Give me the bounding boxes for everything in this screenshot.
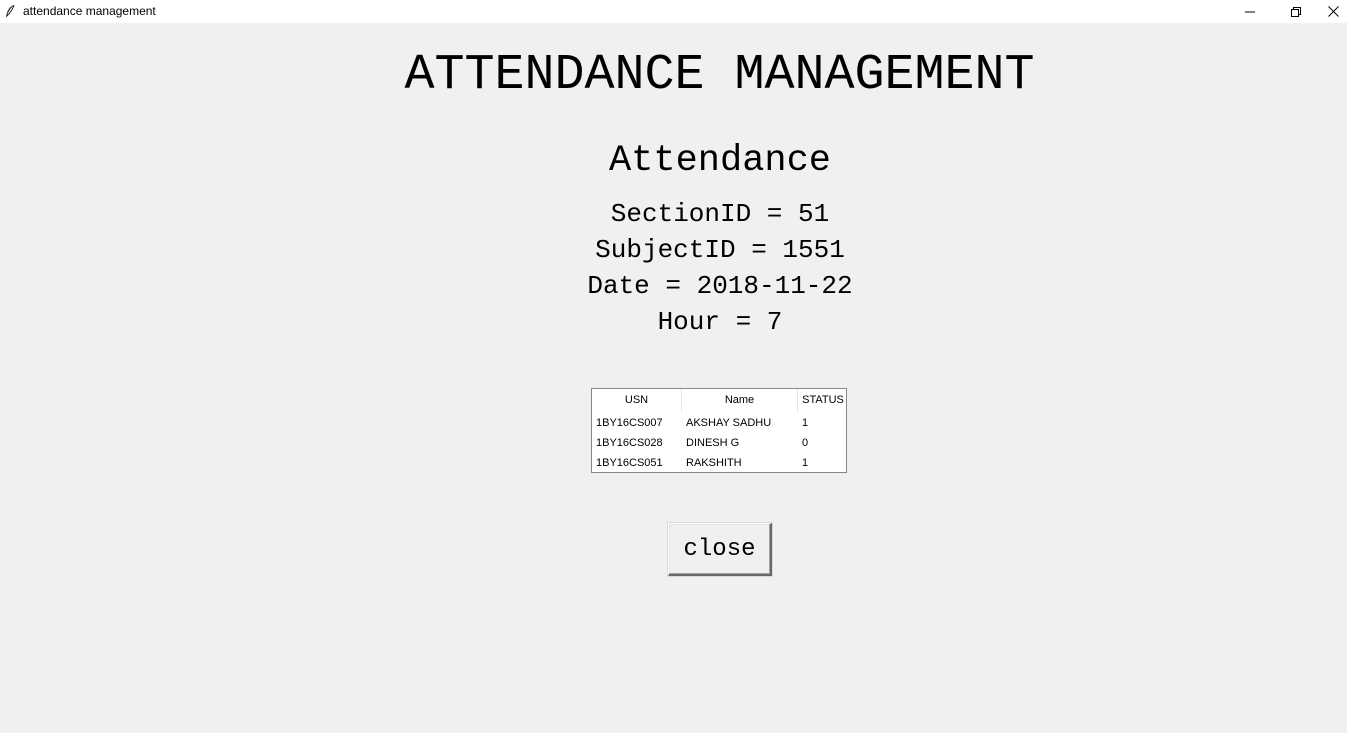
minimize-button[interactable] [1227, 0, 1273, 23]
cell-status: 0 [802, 437, 809, 449]
cell-status: 1 [802, 417, 809, 429]
cell-usn: 1BY16CS028 [596, 437, 663, 449]
column-header-usn[interactable]: USN [592, 389, 682, 412]
table-header: USN Name STATUS [592, 389, 846, 412]
restore-icon [1291, 6, 1301, 17]
column-header-name[interactable]: Name [682, 389, 798, 412]
table-row[interactable]: 1BY16CS028 DINESH G 0 [592, 433, 846, 453]
cell-name: RAKSHITH [686, 457, 742, 469]
table-row[interactable]: 1BY16CS051 RAKSHITH 1 [592, 453, 846, 472]
section-heading: Attendance [608, 140, 832, 182]
maximize-button[interactable] [1273, 0, 1319, 23]
cell-name: DINESH G [686, 437, 740, 449]
minimize-icon [1245, 7, 1255, 17]
cell-usn: 1BY16CS051 [596, 457, 663, 469]
title-bar: attendance management [0, 0, 1347, 23]
hour-label: Hour = 7 [657, 307, 783, 337]
cell-usn: 1BY16CS007 [596, 417, 663, 429]
subject-id-label: SubjectID = 1551 [595, 235, 845, 265]
table-row[interactable]: 1BY16CS007 AKSHAY SADHU 1 [592, 413, 846, 433]
window-title: attendance management [23, 4, 156, 18]
date-label: Date = 2018-11-22 [587, 271, 853, 301]
page-title: ATTENDANCE MANAGEMENT [404, 47, 1035, 104]
cell-status: 1 [802, 457, 809, 469]
cell-name: AKSHAY SADHU [686, 417, 772, 429]
close-icon [1327, 6, 1339, 17]
feather-icon [4, 4, 16, 19]
attendance-table[interactable]: USN Name STATUS 1BY16CS007 AKSHAY SADHU … [591, 388, 847, 473]
column-header-status[interactable]: STATUS [798, 389, 846, 412]
close-window-button[interactable] [1319, 0, 1347, 23]
close-button[interactable]: close [668, 523, 772, 576]
section-id-label: SectionID = 51 [610, 199, 830, 229]
